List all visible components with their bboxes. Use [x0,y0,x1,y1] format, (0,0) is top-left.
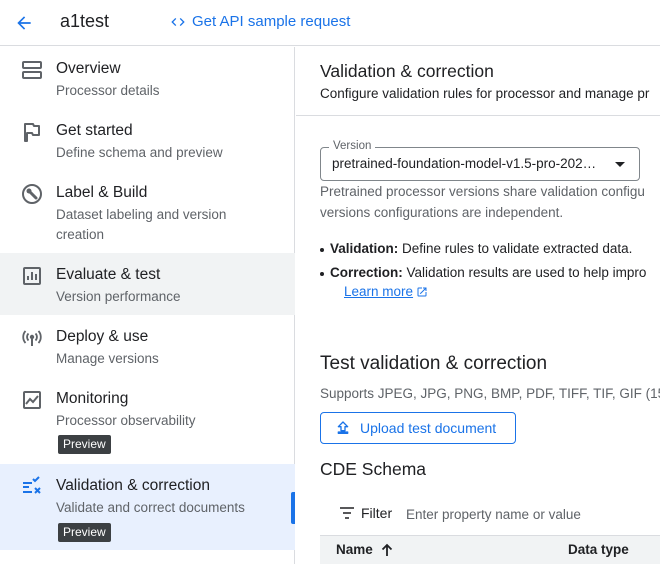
active-indicator [291,492,295,524]
upload-button-label: Upload test document [360,420,497,436]
upload-test-document-button[interactable]: Upload test document [320,412,516,444]
filter-label: Filter [361,505,393,521]
column-header-label: Name [336,542,373,557]
sidebar-item-label: Label & Build [56,184,148,201]
sidebar-item-label: Validation & correction [56,477,210,494]
page-title: a1test [60,11,110,31]
bullet-validation: Validation: Define rules to validate ext… [320,241,633,256]
column-header-data-type[interactable]: Data type [568,542,629,557]
sidebar-item-label: Overview [56,60,121,77]
preview-badge: Preview [58,435,111,454]
sidebar-item-label: Get started [56,122,133,139]
version-label: Version [329,140,376,152]
sidebar-item-label: Deploy & use [56,328,149,345]
test-section-title: Test validation & correction [320,353,548,374]
learn-more-link[interactable]: Learn more [344,284,428,299]
version-value: pretrained-foundation-model-v1.5-pro-202… [332,156,597,171]
get-api-sample-link[interactable]: Get API sample request [170,13,350,30]
api-link-label: Get API sample request [192,13,351,30]
broadcast-icon [22,330,42,346]
section-description: Configure validation rules for processor… [320,86,650,101]
version-select[interactable]: Version pretrained-foundation-model-v1.5… [320,140,640,181]
sidebar-item-overview[interactable]: Overview Processor details [0,47,295,109]
supported-formats-text: Supports JPEG, JPG, PNG, BMP, PDF, TIFF,… [320,386,660,401]
sidebar-item-deploy-use[interactable]: Deploy & use Manage versions [0,315,295,377]
bar-chart-icon [23,267,41,285]
bullet-text: Define rules to validate extracted data. [398,241,633,256]
dropdown-arrow-icon [615,162,625,167]
preview-badge: Preview [58,523,111,542]
sidebar-item-evaluate-test[interactable]: Evaluate & test Version performance [0,253,295,315]
sort-ascending-icon [381,543,392,556]
sidebar-item-sub: Define schema and preview [56,145,223,160]
sidebar-item-label: Evaluate & test [56,266,161,283]
monitoring-chart-icon [23,391,41,409]
flag-icon [24,123,40,142]
sidebar-item-sub: Processor details [56,83,160,98]
filter-bar: Filter [320,497,660,531]
build-icon [22,184,42,204]
bullet-dot [320,272,324,276]
table-header: Name Data type [320,535,660,564]
sidebar-item-sub: Dataset labeling and version creation [56,207,227,242]
main-content: Validation & correction Configure valida… [296,47,660,564]
sidebar-item-sub: Manage versions [56,351,159,366]
code-icon [171,17,185,26]
main-header: Validation & correction Configure valida… [296,47,660,116]
arrow-back-icon [17,16,31,30]
sidebar-item-label: Monitoring [56,390,129,407]
sidebar-item-sub: Version performance [56,289,181,304]
sidebar-item-sub: Validate and correct documents [56,500,245,515]
back-button[interactable] [10,9,38,37]
cde-schema-title: CDE Schema [320,459,427,479]
filter-icon [340,507,354,519]
sidebar-item-validation-correction[interactable]: Validation & correction Validate and cor… [0,464,295,550]
bullet-text: Validation results are used to help impr… [402,265,647,280]
sidebar-nav: Overview Processor details Get started D… [0,47,295,564]
list-view-icon [22,61,42,79]
rule-icon [23,476,41,494]
sidebar-item-label-build[interactable]: Label & Build Dataset labeling and versi… [0,171,295,253]
section-heading: Validation & correction [320,61,494,81]
bullet-dot [320,248,324,252]
filter-input[interactable] [406,504,656,524]
bullet-correction: Correction: Validation results are used … [320,265,647,280]
upload-icon [337,421,349,434]
sidebar-item-sub: Processor observability [56,413,196,428]
helper-text: versions configurations are independent. [320,205,564,220]
column-header-name[interactable]: Name [336,542,393,557]
bullet-term: Correction: [330,265,403,280]
bullet-term: Validation: [330,241,399,256]
sidebar-item-monitoring[interactable]: Monitoring Processor observability Previ… [0,377,295,463]
external-link-icon [417,287,427,296]
learn-more-label: Learn more [344,284,414,299]
top-bar: a1test Get API sample request [0,0,660,46]
helper-text: Pretrained processor versions share vali… [320,184,645,199]
sidebar-item-get-started[interactable]: Get started Define schema and preview [0,109,295,171]
